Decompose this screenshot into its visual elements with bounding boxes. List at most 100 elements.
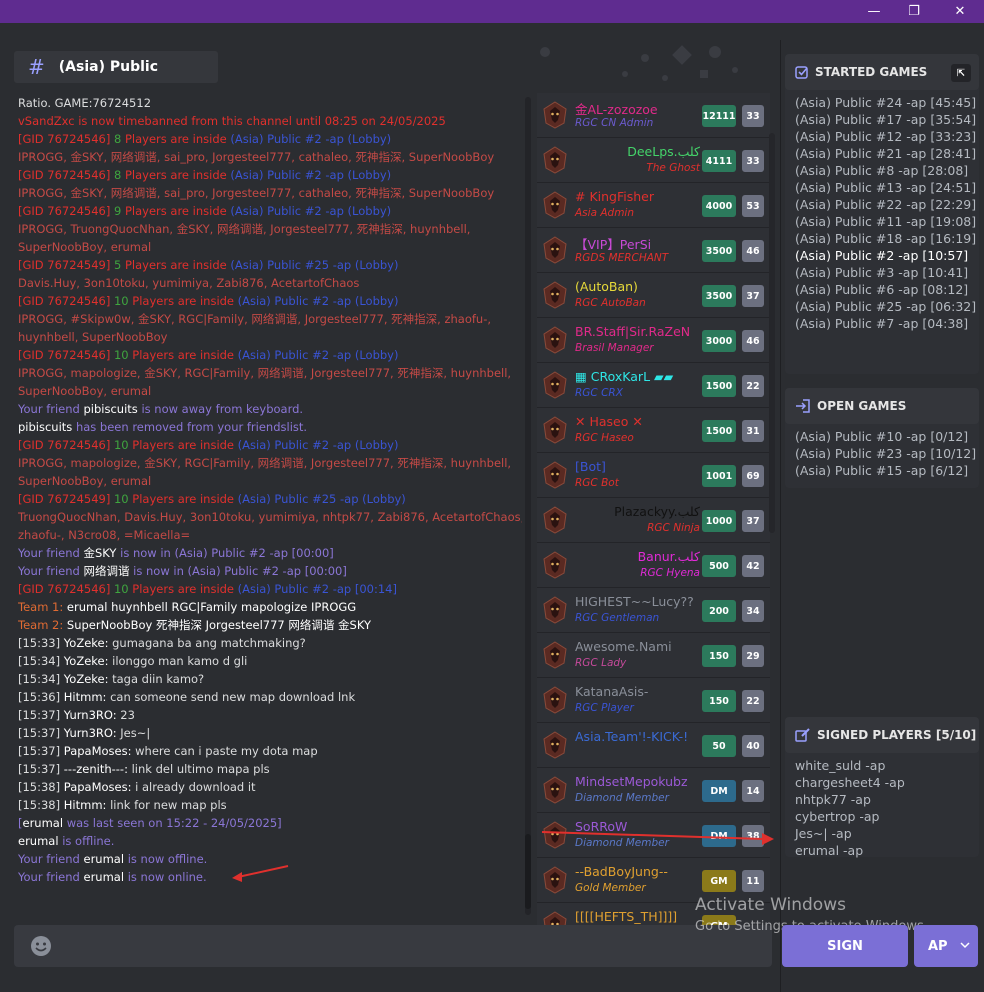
started-item[interactable]: (Asia) Public #7 -ap [04:38] [795, 315, 969, 332]
chat-segment: was last seen on 15:22 - 24/05/2025] [63, 816, 282, 830]
signed-item[interactable]: chargesheet4 -ap [795, 774, 969, 791]
chat-segment: PapaMoses: [63, 744, 132, 758]
sign-button-label: SIGN [827, 938, 863, 954]
chat-segment: erumal huynhbell RGC|Family mapologize I… [66, 600, 357, 614]
started-item[interactable]: (Asia) Public #21 -ap [28:41] [795, 145, 976, 162]
player-rating-badge: 3500 [702, 240, 736, 262]
chat-line: Team 1: erumal huynhbell RGC|Family mapo… [18, 598, 522, 616]
emoji-icon[interactable] [30, 935, 52, 957]
chat-segment: [GID 76724546] [18, 132, 111, 146]
started-item[interactable]: (Asia) Public #11 -ap [19:08] [795, 213, 976, 230]
chat-segment: [15:33] [18, 636, 64, 650]
chat-segment: has been removed from your friendslist. [72, 420, 308, 434]
player-list-scrollbar[interactable] [769, 133, 775, 533]
chat-segment: Ratio. GAME:76724512 [18, 96, 152, 110]
chat-line: TruongQuocNhan, Davis.Huy, 3on10toku, yu… [18, 508, 522, 526]
player-row[interactable]: BR.Staff|Sir.RaZeN Brasil Manager 3000 46 [537, 318, 770, 363]
player-row[interactable]: Awesome.Nami RGC Lady 150 29 [537, 633, 770, 678]
started-item[interactable]: (Asia) Public #3 -ap [10:41] [795, 264, 969, 281]
mode-select[interactable]: AP [914, 925, 978, 967]
player-name: (AutoBan) [575, 279, 638, 294]
player-rating-badge: 1000 [702, 510, 736, 532]
started-item[interactable]: (Asia) Public #12 -ap [33:23] [795, 128, 976, 145]
started-item[interactable]: (Asia) Public #13 -ap [24:51] [795, 179, 976, 196]
player-rating-badge: 4000 [702, 195, 736, 217]
chat-line: huynhbell, SuperNoobBoy [18, 328, 522, 346]
chat-line: [15:36] Hitmm: can someone send new map … [18, 688, 522, 706]
signed-item[interactable]: nhtpk77 -ap [795, 791, 969, 808]
open-item[interactable]: (Asia) Public #10 -ap [0/12] [795, 428, 969, 445]
open-item[interactable]: (Asia) Public #15 -ap [6/12] [795, 462, 969, 479]
chat-segment: Yurn3RO: [63, 708, 117, 722]
player-name: # KingFisher [575, 189, 654, 204]
player-row[interactable]: MindsetMepokubz Diamond Member DM 14 [537, 768, 770, 813]
player-row[interactable]: (AutoBan) RGC AutoBan 3500 37 [537, 273, 770, 318]
started-item[interactable]: (Asia) Public #18 -ap [16:19] [795, 230, 976, 247]
collapse-icon[interactable]: ⇱ [951, 64, 971, 82]
close-button[interactable]: ✕ [938, 0, 982, 23]
minimize-button[interactable]: — [852, 0, 896, 23]
started-item[interactable]: (Asia) Public #22 -ap [22:29] [795, 196, 976, 213]
started-item[interactable]: (Asia) Public #6 -ap [08:12] [795, 281, 969, 298]
player-avatar-icon [543, 866, 567, 894]
started-item[interactable]: (Asia) Public #2 -ap [10:57] [795, 247, 969, 264]
chat-segment: huynhbell, SuperNoobBoy [18, 330, 168, 344]
player-role: RGC Lady [575, 657, 627, 669]
player-role: Gold Member [575, 882, 646, 894]
player-row[interactable]: [Bot] RGC Bot 1001 69 [537, 453, 770, 498]
player-count-badge: 29 [742, 645, 764, 667]
message-input[interactable] [14, 925, 772, 967]
player-row[interactable]: Plazackyy.كلب RGC Ninja 1000 37 [537, 498, 770, 543]
maximize-button[interactable]: ❐ [892, 0, 936, 23]
player-row[interactable]: ▦ CRoxKarL ▰▰ RGC CRX 1500 22 [537, 363, 770, 408]
player-row[interactable]: HIGHEST~~Lucy?? RGC Gentleman 200 34 [537, 588, 770, 633]
main-area: # (Asia) Public Ratio. GAME:76724512 vSan… [0, 40, 778, 992]
chat-line: [GID 76724546] 8 Players are inside (Asi… [18, 130, 522, 148]
started-item[interactable]: (Asia) Public #25 -ap [06:32] [795, 298, 976, 315]
signed-item[interactable]: cybertrop -ap [795, 808, 969, 825]
player-count-badge: 42 [742, 555, 764, 577]
chat-segment: i already download it [131, 780, 256, 794]
player-name: HIGHEST~~Lucy?? [575, 594, 694, 609]
started-item[interactable]: (Asia) Public #24 -ap [45:45] [795, 94, 976, 111]
chat-scrollbar-thumb[interactable] [525, 834, 531, 909]
chat-line: [GID 76724546] 10 Players are inside (As… [18, 346, 522, 364]
player-name: Awesome.Nami [575, 639, 672, 654]
chat-scrollbar[interactable] [525, 97, 531, 915]
player-count-badge: 11 [742, 870, 764, 892]
started-item[interactable]: (Asia) Public #8 -ap [28:08] [795, 162, 969, 179]
player-row[interactable]: DeeLps.كلب The Ghost 4111 33 [537, 138, 770, 183]
chat-segment: (Asia) Public #2 -ap (Lobby) [237, 348, 399, 362]
started-games-header: STARTED GAMES ⇱ [785, 54, 979, 90]
open-item[interactable]: (Asia) Public #23 -ap [10/12] [795, 445, 976, 462]
chat-segment: (Asia) Public #2 -ap (Lobby) [230, 168, 392, 182]
player-row[interactable]: # KingFisher Asia Admin 4000 53 [537, 183, 770, 228]
signed-item[interactable]: white_suld -ap [795, 757, 969, 774]
player-rating-badge: 3500 [702, 285, 736, 307]
player-role: Asia Admin [575, 207, 634, 219]
chat-segment: 10 [110, 294, 133, 308]
player-count-badge: 33 [742, 150, 764, 172]
signed-item[interactable]: Jes~| -ap [795, 825, 969, 842]
player-row[interactable]: ✕ Haseo ✕ RGC Haseo 1500 31 [537, 408, 770, 453]
chat-segment: ---zenith---: [63, 762, 128, 776]
player-row[interactable]: Asia.Team'!-KICK-! 50 40 [537, 723, 770, 768]
player-avatar-icon [543, 326, 567, 354]
chat-segment: [15:37] [18, 708, 64, 722]
started-item[interactable]: (Asia) Public #17 -ap [35:54] [795, 111, 976, 128]
chat-segment: 10 [110, 348, 133, 362]
chat-segment: erumal [22, 816, 64, 830]
player-role: RGC Gentleman [575, 612, 660, 624]
sign-button[interactable]: SIGN [782, 925, 908, 967]
player-row[interactable]: 【VIP】PerSi RGDS MERCHANT 3500 46 [537, 228, 770, 273]
player-row[interactable]: Banur.كلب RGC Hyena 500 42 [537, 543, 770, 588]
player-row[interactable]: 金AL-zozozoe RGC CN Admin 12111 33 [537, 93, 770, 138]
chat-segment: 10 [110, 582, 133, 596]
chat-line: [15:34] YoZeke: ilonggo man kamo d gli [18, 652, 522, 670]
chat-segment: [GID 76724546] [18, 348, 111, 362]
signed-item[interactable]: erumal -ap [795, 842, 969, 859]
chat-segment: (Asia) Public #2 -ap (Lobby) [237, 438, 399, 452]
chat-segment: (Asia) Public #25 -ap (Lobby) [237, 492, 406, 506]
player-row[interactable]: KatanaAsis- RGC Player 150 22 [537, 678, 770, 723]
player-role: RGDS MERCHANT [575, 252, 669, 264]
